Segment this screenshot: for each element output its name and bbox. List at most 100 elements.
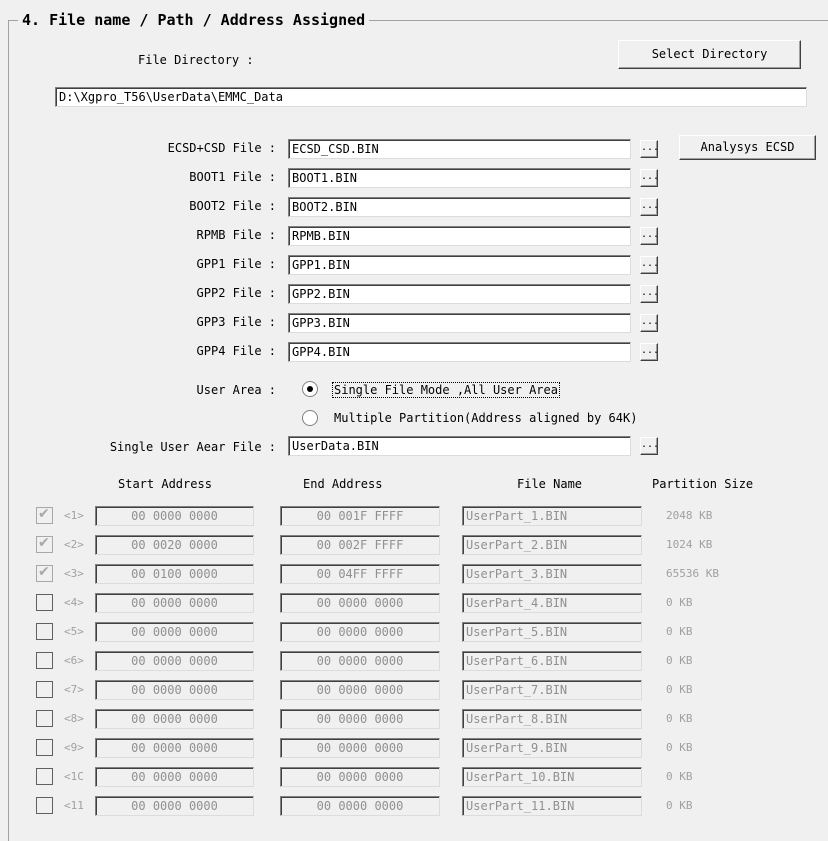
partition-checkbox[interactable]: [36, 594, 53, 611]
partition-size: 0 KB: [666, 712, 693, 725]
gpp3-file-label: GPP3 File :: [196, 315, 276, 329]
ecsd-csd-file-field[interactable]: ECSD_CSD.BIN: [288, 139, 631, 159]
partition-size: 0 KB: [666, 770, 693, 783]
partition-index: <4>: [64, 596, 84, 609]
ecsd-csd-browse-button[interactable]: ...: [640, 140, 659, 158]
start-address-field[interactable]: 00 0000 0000: [95, 651, 254, 671]
header-end-address: End Address: [303, 477, 383, 491]
partition-index: <5>: [64, 625, 84, 638]
start-address-field[interactable]: 00 0000 0000: [95, 738, 254, 758]
file-name-field[interactable]: UserPart_8.BIN: [462, 709, 642, 729]
partition-checkbox[interactable]: ✔: [36, 564, 53, 582]
partition-size: 0 KB: [666, 625, 693, 638]
file-name-field[interactable]: UserPart_10.BIN: [462, 767, 642, 787]
checkmark-icon: ✔: [38, 564, 50, 580]
single-file-mode-label[interactable]: Single File Mode ,All User Area: [332, 382, 560, 398]
gpp1-file-field[interactable]: GPP1.BIN: [288, 255, 631, 275]
group-title: 4. File name / Path / Address Assigned: [18, 11, 370, 29]
analysys-ecsd-button[interactable]: Analysys ECSD: [679, 135, 816, 160]
end-address-field[interactable]: 00 0000 0000: [280, 593, 440, 613]
gpp1-browse-button[interactable]: ...: [640, 256, 659, 274]
boot2-file-field[interactable]: BOOT2.BIN: [288, 197, 631, 217]
boot2-file-label: BOOT2 File :: [189, 199, 276, 213]
browse-user-area-file-button[interactable]: ...: [640, 437, 659, 455]
start-address-field[interactable]: 00 0000 0000: [95, 680, 254, 700]
partition-index: <1C: [64, 770, 84, 783]
gpp2-browse-button[interactable]: ...: [640, 285, 659, 303]
partition-checkbox[interactable]: [36, 652, 53, 669]
start-address-field[interactable]: 00 0000 0000: [95, 709, 254, 729]
partition-size: 2048 KB: [666, 509, 713, 522]
partition-index: <6>: [64, 654, 84, 667]
gpp4-browse-button[interactable]: ...: [640, 343, 659, 361]
directory-path-field[interactable]: D:\Xgpro_T56\UserData\EMMC_Data: [55, 87, 807, 107]
start-address-field[interactable]: 00 0000 0000: [95, 767, 254, 787]
file-directory-label: File Directory :: [138, 53, 254, 67]
partition-index: <11: [64, 799, 84, 812]
rpmb-file-field[interactable]: RPMB.BIN: [288, 226, 631, 246]
end-address-field[interactable]: 00 0000 0000: [280, 680, 440, 700]
end-address-field[interactable]: 00 0000 0000: [280, 738, 440, 758]
ecsd-csd-file-label: ECSD+CSD File :: [167, 141, 276, 155]
header-file-name: File Name: [517, 477, 583, 491]
rpmb-browse-button[interactable]: ...: [640, 227, 659, 245]
end-address-field[interactable]: 00 0000 0000: [280, 651, 440, 671]
start-address-field[interactable]: 00 0000 0000: [95, 622, 254, 642]
gpp3-file-field[interactable]: GPP3.BIN: [288, 313, 631, 333]
file-name-field[interactable]: UserPart_6.BIN: [462, 651, 642, 671]
boot1-file-field[interactable]: BOOT1.BIN: [288, 168, 631, 188]
end-address-field[interactable]: 00 04FF FFFF: [280, 564, 440, 584]
partition-index: <2>: [64, 538, 84, 551]
gpp1-file-label: GPP1 File :: [196, 257, 276, 271]
partition-index: <7>: [64, 683, 84, 696]
single-file-mode-radio[interactable]: [302, 381, 318, 397]
start-address-field[interactable]: 00 0000 0000: [95, 796, 254, 816]
file-name-field[interactable]: UserPart_1.BIN: [462, 506, 642, 526]
end-address-field[interactable]: 00 0000 0000: [280, 622, 440, 642]
partition-size: 65536 KB: [666, 567, 719, 580]
select-directory-button[interactable]: Select Directory: [618, 40, 801, 69]
file-name-field[interactable]: UserPart_11.BIN: [462, 796, 642, 816]
gpp2-file-field[interactable]: GPP2.BIN: [288, 284, 631, 304]
file-name-field[interactable]: UserPart_4.BIN: [462, 593, 642, 613]
end-address-field[interactable]: 00 001F FFFF: [280, 506, 440, 526]
end-address-field[interactable]: 00 0000 0000: [280, 767, 440, 787]
end-address-field[interactable]: 00 002F FFFF: [280, 535, 440, 555]
partition-size: 0 KB: [666, 596, 693, 609]
partition-checkbox[interactable]: [36, 797, 53, 814]
rpmb-file-label: RPMB File :: [196, 228, 276, 242]
checkmark-icon: ✔: [38, 506, 50, 522]
start-address-field[interactable]: 00 0100 0000: [95, 564, 254, 584]
partition-checkbox[interactable]: [36, 710, 53, 727]
gpp3-browse-button[interactable]: ...: [640, 314, 659, 332]
multiple-partition-label[interactable]: Multiple Partition(Address aligned by 64…: [334, 411, 637, 425]
partition-checkbox[interactable]: ✔: [36, 535, 53, 553]
boot1-file-label: BOOT1 File :: [189, 170, 276, 184]
file-name-field[interactable]: UserPart_9.BIN: [462, 738, 642, 758]
gpp2-file-label: GPP2 File :: [196, 286, 276, 300]
checkmark-icon: ✔: [38, 535, 50, 551]
partition-checkbox[interactable]: [36, 768, 53, 785]
end-address-field[interactable]: 00 0000 0000: [280, 796, 440, 816]
boot1-browse-button[interactable]: ...: [640, 169, 659, 187]
boot2-browse-button[interactable]: ...: [640, 198, 659, 216]
file-name-field[interactable]: UserPart_7.BIN: [462, 680, 642, 700]
start-address-field[interactable]: 00 0000 0000: [95, 593, 254, 613]
partition-size: 0 KB: [666, 654, 693, 667]
start-address-field[interactable]: 00 0000 0000: [95, 506, 254, 526]
file-name-field[interactable]: UserPart_5.BIN: [462, 622, 642, 642]
single-user-area-file-field[interactable]: UserData.BIN: [288, 436, 631, 456]
partition-checkbox[interactable]: [36, 623, 53, 640]
file-name-field[interactable]: UserPart_2.BIN: [462, 535, 642, 555]
partition-checkbox[interactable]: ✔: [36, 506, 53, 524]
single-user-area-file-label: Single User Aear File :: [109, 440, 276, 454]
gpp4-file-field[interactable]: GPP4.BIN: [288, 342, 631, 362]
start-address-field[interactable]: 00 0020 0000: [95, 535, 254, 555]
partition-checkbox[interactable]: [36, 739, 53, 756]
multiple-partition-radio[interactable]: [302, 410, 318, 426]
gpp4-file-label: GPP4 File :: [196, 344, 276, 358]
partition-checkbox[interactable]: [36, 681, 53, 698]
partition-index: <1>: [64, 509, 84, 522]
end-address-field[interactable]: 00 0000 0000: [280, 709, 440, 729]
file-name-field[interactable]: UserPart_3.BIN: [462, 564, 642, 584]
